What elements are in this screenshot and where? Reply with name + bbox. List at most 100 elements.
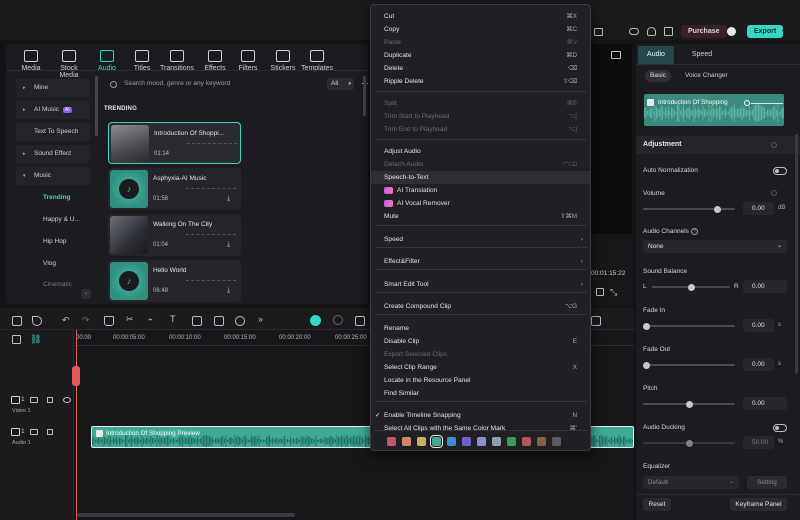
color-mark-swatch[interactable] <box>387 437 396 446</box>
snapshot-icon[interactable] <box>611 51 621 59</box>
grid-icon[interactable] <box>591 316 601 326</box>
menu-item-disable-clip[interactable]: Disable Clip E <box>384 335 589 348</box>
screen-record-icon[interactable] <box>594 28 603 36</box>
fade-out-knob[interactable] <box>643 361 650 369</box>
menu-item-enable-timeline-snapping[interactable]: ✓ Enable Timeline Snapping N <box>375 409 589 422</box>
sidebar-item-music[interactable]: ▾ Music <box>16 167 90 185</box>
color-mark-swatch[interactable] <box>522 437 531 446</box>
menu-item-cut[interactable]: Cut ⌘X <box>384 10 589 23</box>
sound-balance-value[interactable]: 0.00 <box>743 280 787 293</box>
audio-ducking-slider[interactable] <box>643 439 735 447</box>
filter-select[interactable]: All ▾ <box>327 78 354 90</box>
subtab-basic[interactable]: Basic <box>645 70 671 82</box>
crop-icon[interactable] <box>192 316 202 326</box>
adjustment-header[interactable]: Adjustment <box>636 136 800 154</box>
redo-icon[interactable]: ↷ <box>82 315 90 326</box>
audio-split-icon[interactable]: ⌁ <box>148 315 153 324</box>
sidebar-item-text-to-speech[interactable]: Text To Speech <box>16 123 90 141</box>
color-mark-swatch[interactable] <box>477 437 486 446</box>
menu-item-rename[interactable]: Rename <box>384 322 589 335</box>
avatar[interactable] <box>727 27 736 36</box>
sidebar-item-mine[interactable]: ▸ Mine <box>16 79 90 97</box>
media-scrollbar[interactable] <box>363 76 366 116</box>
fullscreen-icon[interactable]: ⤡ <box>610 287 617 298</box>
color-mark-swatch[interactable] <box>402 437 411 446</box>
timeline-scrollbar[interactable] <box>77 513 295 517</box>
equalizer-select[interactable]: Default ⌄ <box>643 476 739 489</box>
color-mark-swatch[interactable] <box>507 437 516 446</box>
audio-track-card[interactable]: ♪ Hello World 06:48 ⤓ <box>108 260 241 302</box>
folder-icon[interactable] <box>30 397 38 403</box>
adjustment-toggle-icon[interactable] <box>771 142 777 148</box>
tab-audio[interactable]: Audio <box>88 50 126 72</box>
menu-item-ripple-delete[interactable]: Ripple Delete ⇧⌫ <box>384 75 589 88</box>
speaker-icon[interactable] <box>47 397 53 403</box>
fade-in-slider[interactable] <box>643 322 735 330</box>
gift-icon[interactable] <box>664 27 673 36</box>
speaker-icon[interactable] <box>47 429 53 435</box>
menu-item-create-compound-clip[interactable]: Create Compound Clip ⌥G <box>384 300 589 313</box>
fade-in-value[interactable]: 0.00 <box>743 319 774 332</box>
color-mark-swatch[interactable] <box>462 437 471 446</box>
keyframe-panel-button[interactable]: Keyframe Panel <box>730 498 787 511</box>
purchase-button[interactable]: Purchase <box>681 25 727 38</box>
volume-knob[interactable] <box>714 205 722 213</box>
sound-balance-knob[interactable] <box>687 283 695 291</box>
download-icon[interactable]: ⤓ <box>227 241 230 249</box>
menu-item-smart-edit-tool[interactable]: Smart Edit Tool › <box>384 278 589 291</box>
color-mark-swatch[interactable] <box>417 437 426 446</box>
select-tool-icon[interactable] <box>32 316 42 326</box>
cut-icon[interactable]: ✂ <box>126 314 134 325</box>
menu-item-select-all-clips-with-the-same-color-mark[interactable]: Select All Clips with the Same Color Mar… <box>384 422 589 435</box>
tab-speed[interactable]: Speed <box>684 46 720 64</box>
cloud-icon[interactable] <box>629 28 639 35</box>
export-chevron-icon[interactable]: ▾ <box>782 28 785 35</box>
tab-templates[interactable]: Templates <box>298 50 336 72</box>
tab-media[interactable]: Media <box>12 50 50 72</box>
layout-icon[interactable] <box>12 316 22 326</box>
fade-in-knob[interactable] <box>643 322 650 330</box>
download-icon[interactable]: ⤓ <box>227 195 230 203</box>
audio-track-card[interactable]: Introduction Of Shoppi... 01:14 <box>108 122 241 164</box>
tab-filters[interactable]: Filters <box>229 50 267 72</box>
sidebar-item-sound-effect[interactable]: ▸ Sound Effect <box>16 145 90 163</box>
sound-balance-slider[interactable] <box>652 283 730 291</box>
color-mark-swatch[interactable] <box>430 435 443 448</box>
subtab-voice-changer[interactable]: Voice Changer <box>685 70 728 82</box>
menu-item-speed[interactable]: Speed › <box>384 233 589 246</box>
collapse-sidebar-button[interactable]: ‹ <box>81 289 91 299</box>
undo-icon[interactable]: ↶ <box>62 315 70 326</box>
tab-transitions[interactable]: Transitions <box>158 50 196 72</box>
add-track-icon[interactable] <box>12 335 21 344</box>
property-scrollbar[interactable] <box>795 134 798 374</box>
render-icon[interactable] <box>310 315 321 326</box>
export-button[interactable]: Export <box>747 25 784 38</box>
audio-track-card[interactable]: ♪ Asphyxia-AI Music 01:58 ⤓ <box>108 168 241 210</box>
fade-out-slider[interactable] <box>643 361 735 369</box>
menu-item-duplicate[interactable]: Duplicate ⌘D <box>384 49 589 62</box>
audio-ducking-knob[interactable] <box>685 439 693 447</box>
tab-audio[interactable]: Audio <box>638 46 674 64</box>
color-icon[interactable] <box>235 316 245 326</box>
color-mark-swatch[interactable] <box>447 437 456 446</box>
pitch-slider[interactable] <box>643 400 735 408</box>
more-tools-icon[interactable]: » <box>258 314 263 324</box>
sidebar-item-happy-u[interactable]: Happy & U... <box>16 211 90 229</box>
menu-item-delete[interactable]: Delete ⌫ <box>384 62 589 75</box>
sidebar-scrollbar[interactable] <box>95 76 98 136</box>
menu-item-adjust-audio[interactable]: Adjust Audio <box>384 145 589 158</box>
sidebar-item-hip-hop[interactable]: Hip Hop <box>16 233 90 251</box>
volume-value[interactable]: 0.00 <box>743 202 774 215</box>
color-mark-swatch[interactable] <box>492 437 501 446</box>
auto-normalization-toggle[interactable] <box>773 167 787 175</box>
audio-channels-select[interactable]: None ⌄ <box>643 240 787 253</box>
color-mark-swatch[interactable] <box>552 437 561 446</box>
reset-button[interactable]: Reset <box>643 498 671 511</box>
play-icon[interactable] <box>333 315 343 325</box>
shield-icon[interactable] <box>355 316 365 326</box>
volume-icon[interactable] <box>596 288 604 296</box>
text-tool-icon[interactable]: T <box>170 314 176 324</box>
sidebar-item-cinematic[interactable]: Cinematic <box>16 276 90 286</box>
audio-ducking-toggle[interactable] <box>773 424 787 432</box>
download-icon[interactable]: ⤓ <box>227 287 230 295</box>
